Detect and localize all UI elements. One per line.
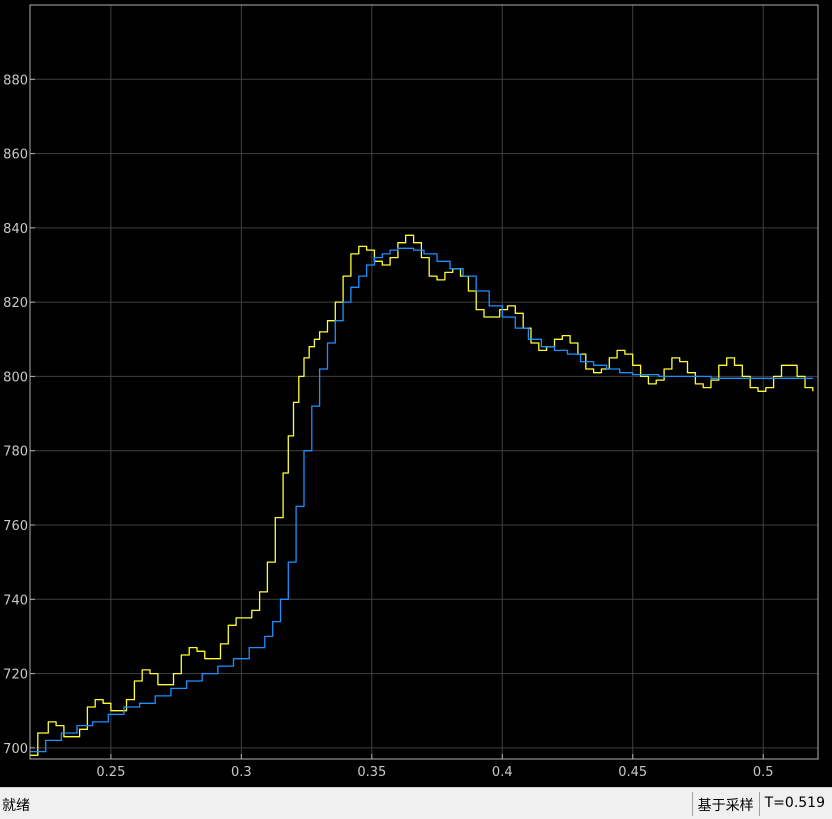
sim-time-text: T=0.519 — [758, 792, 830, 816]
y-tick-label: 720 — [3, 668, 28, 683]
y-tick-label: 780 — [3, 445, 28, 460]
chart-svg: 0.25 0.3 0.35 0.4 0.45 0.5 700 720 740 760 780 800 8… — [3, 4, 819, 780]
status-ready-text: 就绪 — [2, 798, 30, 814]
axes-box — [29, 4, 819, 760]
y-tick-label: 760 — [3, 519, 28, 534]
x-tick-label: 0.35 — [357, 765, 386, 780]
y-tick-label: 800 — [3, 370, 28, 385]
y-tick-label: 700 — [3, 742, 28, 757]
x-tick-label: 0.45 — [618, 765, 647, 780]
status-bar: 就绪 基于采样 T=0.519 — [0, 787, 832, 819]
x-tick-label: 0.3 — [231, 765, 252, 780]
y-tick-label: 860 — [3, 148, 28, 163]
y-tick-label: 740 — [3, 593, 28, 608]
sampling-mode-text: 基于采样 — [691, 792, 759, 816]
x-tick-label: 0.5 — [753, 765, 774, 780]
x-tick-label: 0.25 — [96, 765, 125, 780]
y-tick-label: 880 — [3, 73, 28, 88]
series-line-yellow — [30, 234, 814, 756]
axes-frame — [29, 4, 819, 760]
status-right-group: 基于采样 T=0.519 — [691, 792, 830, 816]
x-tick-label: 0.4 — [492, 765, 513, 780]
grid-lines — [30, 5, 818, 759]
series-line-blue — [30, 247, 813, 753]
y-tick-label: 820 — [3, 296, 28, 311]
series-lines — [30, 234, 814, 756]
y-tick-label: 840 — [3, 222, 28, 237]
plot-area: 0.25 0.3 0.35 0.4 0.45 0.5 700 720 740 760 780 800 8… — [0, 0, 832, 787]
